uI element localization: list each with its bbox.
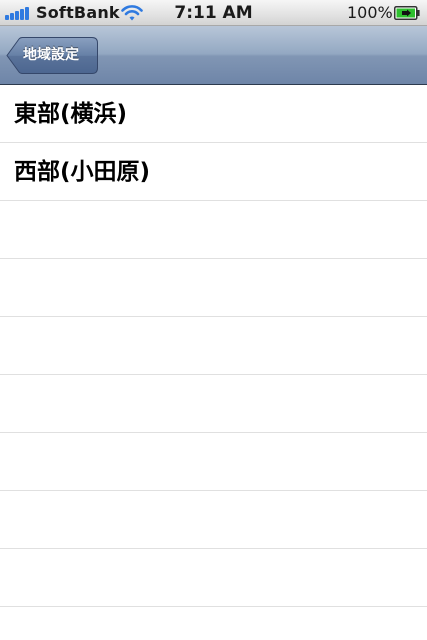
list-item-empty [0, 549, 427, 607]
screen: SoftBank 7:11 AM 100% 地域設定 東部(横浜) 西部(小田原… [0, 0, 427, 640]
battery-percentage: 100% [347, 3, 393, 22]
list-item-empty [0, 491, 427, 549]
list-item-empty [0, 607, 427, 640]
back-button[interactable]: 地域設定 [6, 37, 98, 74]
status-bar: SoftBank 7:11 AM 100% [0, 0, 427, 26]
list-item-label: 東部(横浜) [14, 101, 128, 127]
list-item-empty [0, 375, 427, 433]
list-item-west[interactable]: 西部(小田原) [0, 143, 427, 201]
list-item-empty [0, 317, 427, 375]
list-item-empty [0, 201, 427, 259]
navigation-bar: 地域設定 [0, 26, 427, 85]
list-item-empty [0, 259, 427, 317]
region-list: 東部(横浜) 西部(小田原) [0, 85, 427, 640]
list-item-empty [0, 433, 427, 491]
battery-charging-icon [394, 6, 420, 20]
back-button-label: 地域設定 [23, 47, 79, 63]
list-item-label: 西部(小田原) [14, 159, 151, 185]
list-item-east[interactable]: 東部(横浜) [0, 85, 427, 143]
